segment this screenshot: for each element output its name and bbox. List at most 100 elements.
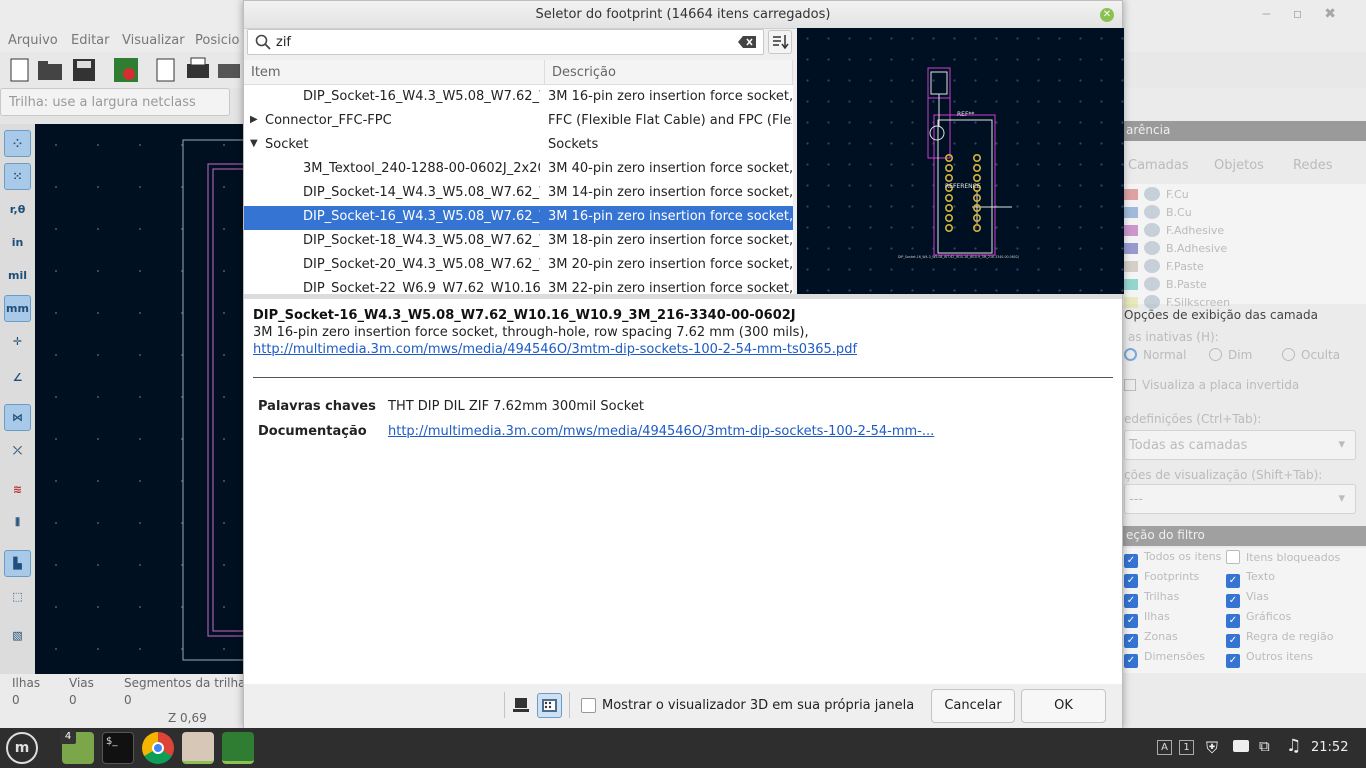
filter-checkbox-item[interactable]: ✓ Trilhas <box>1124 590 1179 608</box>
keyboard-layout-a[interactable]: A <box>1157 740 1172 755</box>
pad-display-icon[interactable]: ⫴ <box>4 509 31 536</box>
column-header-descricao[interactable]: Descrição <box>545 60 793 85</box>
app-window-controls[interactable]: ‒▫✖ <box>1258 6 1358 22</box>
network-icon[interactable]: ⧉ <box>1259 737 1270 755</box>
viewports-select[interactable]: --- ▾ <box>1124 484 1356 514</box>
cursor-icon[interactable]: ✛ <box>4 328 31 355</box>
track-width-select[interactable]: Trilha: use a largura netclass▾ <box>0 88 1358 116</box>
detail-datasheet-link[interactable]: http://multimedia.3m.com/mws/media/49454… <box>253 342 857 357</box>
layer-color-swatch[interactable] <box>1124 261 1138 272</box>
printer-icon[interactable] <box>1233 740 1249 752</box>
layer-row[interactable]: F.Adhesive <box>1122 222 1366 240</box>
via-display-icon[interactable]: ⬚ <box>4 583 31 610</box>
layer-color-swatch[interactable] <box>1124 279 1138 290</box>
collapse-arrow-icon[interactable]: ▼ <box>250 138 258 149</box>
eye-icon[interactable] <box>1144 259 1160 273</box>
eye-icon[interactable] <box>1144 223 1160 237</box>
tab-camadas[interactable]: Camadas <box>1128 158 1189 173</box>
eye-icon[interactable] <box>1144 205 1160 219</box>
net-color-icon[interactable]: ≋ <box>4 476 31 503</box>
eye-icon[interactable] <box>1144 277 1160 291</box>
layer-color-swatch[interactable] <box>1124 243 1138 254</box>
close-icon[interactable]: ✕ <box>1100 8 1114 22</box>
tree-row[interactable]: DIP_Socket-14_W4.3_W5.08_W7.62_W10.16_W1… <box>244 182 793 206</box>
menu-icon[interactable]: m <box>6 732 38 764</box>
units-inch-icon[interactable]: in <box>4 229 31 256</box>
footprint-tree[interactable]: Item Descrição DIP_Socket-16_W4.3_W5.08_… <box>244 60 793 294</box>
layer-row[interactable]: B.Adhesive <box>1122 240 1366 258</box>
layer-row[interactable]: B.Paste <box>1122 276 1366 294</box>
menu-visualizar[interactable]: Visualizar <box>122 33 185 48</box>
grid-dots-icon[interactable]: ⁘ <box>4 130 31 157</box>
tree-row[interactable]: DIP_Socket-20_W4.3_W5.08_W7.62_W10.16_W1… <box>244 254 793 278</box>
new-file-icon[interactable] <box>10 58 29 82</box>
layer-row[interactable]: F.Cu <box>1122 186 1366 204</box>
layer-color-swatch[interactable] <box>1124 189 1138 200</box>
filter-checkbox-item[interactable]: Itens bloqueados <box>1226 550 1340 564</box>
tree-row[interactable]: 3M_Textool_240-1288-00-0602J_2x20_P2.54m… <box>244 158 793 182</box>
documentation-link[interactable]: http://multimedia.3m.com/mws/media/49454… <box>388 424 934 439</box>
presets-select[interactable]: Todas as camadas ▾ <box>1124 430 1356 460</box>
filter-checkbox-item[interactable]: ✓ Ilhas <box>1124 610 1170 628</box>
clock[interactable]: 21:52 <box>1311 740 1348 755</box>
chrome-icon[interactable] <box>142 732 174 764</box>
tree-row[interactable]: ▶ Connector_FFC-FPC FFC (Flexible Flat Cab… <box>244 110 793 134</box>
filter-checkbox-item[interactable]: ✓ Dimensões <box>1124 650 1205 668</box>
tree-row-selected[interactable]: DIP_Socket-16_W4.3_W5.08_W7.62_W10.16_W1… <box>244 206 793 230</box>
sort-button[interactable] <box>768 30 792 54</box>
kicad-pcb-editor-icon[interactable] <box>222 732 254 764</box>
plot-icon[interactable] <box>218 64 240 78</box>
flip-board-checkbox[interactable]: Visualiza a placa invertida <box>1124 378 1299 392</box>
measure-angle-icon[interactable]: ∠ <box>4 364 31 391</box>
ratsnest-icon[interactable]: ⋈ <box>4 404 31 431</box>
units-mm-icon[interactable]: mm <box>4 295 31 322</box>
filter-checkbox-item[interactable]: ✓ Outros itens <box>1226 650 1313 668</box>
save-icon[interactable] <box>73 59 95 81</box>
search-field[interactable] <box>247 29 764 55</box>
3d-view-icon[interactable] <box>537 693 562 718</box>
menu-editar[interactable]: Editar <box>71 33 110 48</box>
polar-coords-icon[interactable]: r,θ <box>4 196 31 223</box>
radio-normal[interactable]: Normal <box>1124 348 1186 362</box>
terminal-icon[interactable]: $_ <box>102 732 134 764</box>
grid-overlay-icon[interactable]: ⁙ <box>4 163 31 190</box>
tree-row[interactable]: DIP_Socket-18_W4.3_W5.08_W7.62_W10.16_W1… <box>244 230 793 254</box>
filter-checkbox-item[interactable]: ✓ Footprints <box>1124 570 1199 588</box>
keyboard-layout-1[interactable]: 1 <box>1179 740 1194 755</box>
menu-posicionar[interactable]: Posicio <box>195 33 239 48</box>
filter-checkbox-item[interactable]: ✓ Todos os itens <box>1124 550 1221 568</box>
shield-icon[interactable]: ⛨ <box>1206 738 1218 758</box>
tree-row[interactable]: DIP_Socket-16_W4.3_W5.08_W7.62_W10.16_W1… <box>244 86 793 110</box>
layer-color-swatch[interactable] <box>1124 207 1138 218</box>
menu-arquivo[interactable]: Arquivo <box>8 33 58 48</box>
radio-oculta[interactable]: Oculta <box>1282 348 1340 362</box>
layer-row[interactable]: F.Paste <box>1122 258 1366 276</box>
filter-checkbox-item[interactable]: ✓ Vias <box>1226 590 1269 608</box>
tree-row[interactable]: DIP_Socket-22_W6.9_W7.62_W10.16_W10.9_3M… <box>244 278 793 294</box>
layer-color-swatch[interactable] <box>1124 297 1138 308</box>
page-settings-icon[interactable] <box>156 58 175 82</box>
tab-redes[interactable]: Redes <box>1293 158 1332 173</box>
filter-checkbox-item[interactable]: ✓ Texto <box>1226 570 1275 588</box>
layer-color-swatch[interactable] <box>1124 225 1138 236</box>
footprint-preview[interactable]: REF** REFERENCE DIP_Socket-16_W4.3_W5.08… <box>797 28 1124 294</box>
eye-icon[interactable] <box>1144 187 1160 201</box>
ok-button[interactable]: OK <box>1021 689 1106 723</box>
eye-icon[interactable] <box>1144 295 1160 309</box>
units-mil-icon[interactable]: mil <box>4 262 31 289</box>
column-header-item[interactable]: Item <box>244 60 545 85</box>
kicad-footprint-editor-icon[interactable] <box>182 732 214 764</box>
tree-row[interactable]: ▼ Socket Sockets <box>244 134 793 158</box>
radio-dim[interactable]: Dim <box>1209 348 1252 362</box>
print-icon[interactable] <box>187 57 209 78</box>
curved-ratsnest-icon[interactable]: ⤫ <box>4 437 31 464</box>
layer-row[interactable]: B.Cu <box>1122 204 1366 222</box>
tab-objetos[interactable]: Objetos <box>1214 158 1264 173</box>
board-setup-icon[interactable] <box>114 58 138 82</box>
filter-checkbox-item[interactable]: ✓ Zonas <box>1124 630 1178 648</box>
search-input[interactable] <box>276 33 736 51</box>
open-folder-icon[interactable] <box>38 61 62 80</box>
files-icon[interactable]: 4 <box>60 730 94 764</box>
expand-arrow-icon[interactable]: ▶ <box>250 114 258 125</box>
zone-display-icon[interactable]: ▧ <box>4 622 31 649</box>
